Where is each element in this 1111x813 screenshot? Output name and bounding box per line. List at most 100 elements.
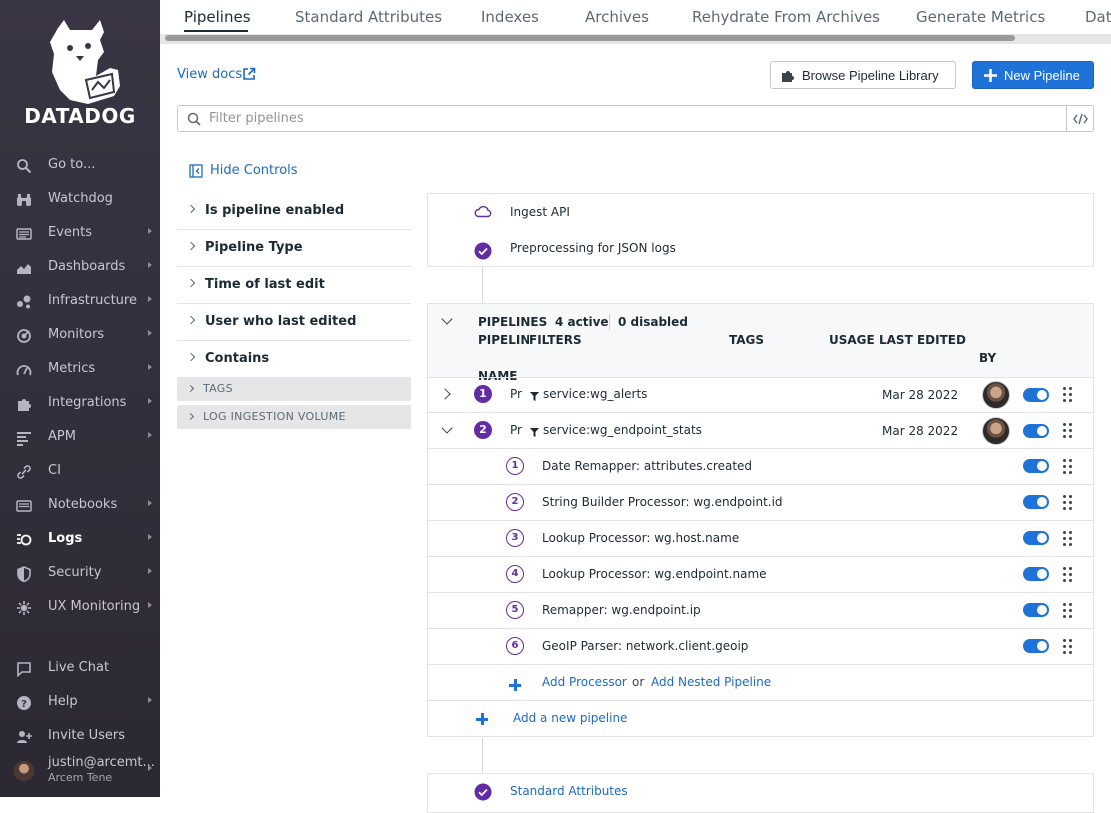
flow-connector: [482, 738, 483, 773]
processor-name[interactable]: Remapper: wg.endpoint.ip: [542, 603, 701, 617]
filter-pipelines-input[interactable]: [209, 108, 1049, 128]
sidebar-item-ux-monitoring[interactable]: UX Monitoring: [0, 592, 160, 622]
facet-group-label: LOG INGESTION VOLUME: [203, 410, 346, 423]
browse-pipeline-library-button[interactable]: Browse Pipeline Library: [770, 61, 956, 89]
tab-generate-metrics[interactable]: Generate Metrics: [916, 8, 1045, 26]
col-tags[interactable]: TAGS: [729, 333, 764, 347]
pipeline-name[interactable]: Pr: [510, 387, 522, 401]
tab-pipelines[interactable]: Pipelines: [184, 8, 251, 26]
chevron-right-icon: [148, 364, 152, 370]
processor-name[interactable]: GeoIP Parser: network.client.geoip: [542, 639, 748, 653]
sidebar-item-live-chat[interactable]: Live Chat: [0, 653, 160, 683]
drag-handle-icon[interactable]: [1063, 603, 1073, 619]
sidebar-item-ci[interactable]: CI: [0, 456, 160, 486]
standard-attributes-link[interactable]: Standard Attributes: [510, 784, 628, 798]
search-icon: [17, 159, 32, 174]
pipeline-order-badge: 2: [474, 421, 492, 439]
user-email: justin@arcemt...: [48, 755, 155, 770]
processor-enable-toggle[interactable]: [1023, 531, 1049, 545]
processor-name[interactable]: Date Remapper: attributes.created: [542, 459, 752, 473]
processor-name[interactable]: String Builder Processor: wg.endpoint.id: [542, 495, 783, 509]
pipeline-name[interactable]: Pr: [510, 423, 522, 437]
processor-name[interactable]: Lookup Processor: wg.host.name: [542, 531, 739, 545]
facet-user-last-edited[interactable]: User who last edited: [177, 304, 411, 341]
monitors-icon: [17, 329, 31, 343]
processor-row[interactable]: [428, 449, 1093, 484]
tab-archives[interactable]: Archives: [585, 8, 649, 26]
processor-order-badge: 4: [506, 565, 524, 583]
processor-row[interactable]: [428, 629, 1093, 664]
sidebar-item-notebooks[interactable]: Notebooks: [0, 490, 160, 520]
processor-enable-toggle[interactable]: [1023, 459, 1049, 473]
drag-handle-icon[interactable]: [1063, 387, 1073, 403]
help-icon: ?: [17, 696, 31, 710]
sidebar-item-invite-users[interactable]: Invite Users: [0, 721, 160, 751]
sidebar-item-security[interactable]: Security: [0, 558, 160, 588]
sidebar-item-help[interactable]: ? Help: [0, 687, 160, 717]
chevron-right-icon: [148, 296, 152, 302]
preprocessing-json-label[interactable]: Preprocessing for JSON logs: [510, 241, 676, 255]
tab-standard-attributes[interactable]: Standard Attributes: [295, 8, 442, 26]
sidebar-item-dashboards[interactable]: Dashboards: [0, 252, 160, 282]
puzzle-icon: [18, 399, 31, 411]
add-nested-pipeline-link[interactable]: Add Nested Pipeline: [651, 675, 771, 689]
add-processor-plus-icon[interactable]: [509, 679, 521, 691]
sidebar-item-label: Infrastructure: [48, 293, 137, 308]
sidebar-item-label: Integrations: [48, 395, 127, 410]
facet-group-log-ingestion-volume[interactable]: LOG INGESTION VOLUME: [177, 405, 411, 429]
facet-contains[interactable]: Contains: [177, 341, 411, 378]
pipeline-enable-toggle[interactable]: [1023, 424, 1049, 438]
pipeline-enable-toggle[interactable]: [1023, 388, 1049, 402]
chevron-right-icon: [186, 315, 196, 325]
sidebar-item-integrations[interactable]: Integrations: [0, 388, 160, 418]
sidebar-item-label: UX Monitoring: [48, 599, 141, 614]
scrollbar-thumb[interactable]: [165, 35, 1015, 41]
new-pipeline-button[interactable]: New Pipeline: [972, 61, 1094, 89]
add-pipeline-plus-icon[interactable]: [476, 713, 488, 725]
facet-label: Pipeline Type: [205, 240, 303, 255]
add-new-pipeline-link[interactable]: Add a new pipeline: [513, 711, 627, 725]
sidebar-item-apm[interactable]: APM: [0, 422, 160, 452]
facet-group-label: TAGS: [203, 382, 233, 395]
facet-pipeline-enabled[interactable]: Is pipeline enabled: [177, 193, 411, 230]
tab-indexes[interactable]: Indexes: [481, 8, 539, 26]
processor-row[interactable]: [428, 521, 1093, 556]
sidebar-item-infrastructure[interactable]: Infrastructure: [0, 286, 160, 316]
view-docs-link[interactable]: View docs: [177, 67, 242, 82]
col-usage[interactable]: USAGE: [829, 333, 875, 347]
col-last-edited[interactable]: LAST EDITED: [879, 333, 966, 347]
processor-row[interactable]: [428, 593, 1093, 628]
sidebar-item-goto[interactable]: Go to...: [0, 150, 160, 180]
code-view-button[interactable]: [1066, 105, 1094, 132]
check-circle-icon: [474, 242, 492, 260]
processor-enable-toggle[interactable]: [1023, 639, 1049, 653]
facet-pipeline-type[interactable]: Pipeline Type: [177, 230, 411, 267]
disabled-count: 0 disabled: [618, 315, 688, 329]
collapse-panel-icon: [189, 164, 203, 178]
sidebar-item-logs[interactable]: Logs: [0, 524, 160, 554]
external-link-icon[interactable]: [242, 67, 256, 81]
facet-group-tags[interactable]: TAGS: [177, 377, 411, 401]
processor-enable-toggle[interactable]: [1023, 567, 1049, 581]
processor-enable-toggle[interactable]: [1023, 603, 1049, 617]
drag-handle-icon[interactable]: [1063, 531, 1073, 547]
sidebar-item-monitors[interactable]: Monitors: [0, 320, 160, 350]
drag-handle-icon[interactable]: [1063, 459, 1073, 475]
user-avatar[interactable]: [14, 761, 34, 781]
drag-handle-icon[interactable]: [1063, 495, 1073, 511]
tab-data-more[interactable]: Dat: [1085, 8, 1111, 26]
sidebar-item-events[interactable]: Events: [0, 218, 160, 248]
drag-handle-icon[interactable]: [1063, 423, 1073, 439]
editor-avatar: [982, 381, 1010, 409]
col-by[interactable]: BY: [979, 351, 996, 365]
sidebar-item-metrics[interactable]: Metrics: [0, 354, 160, 384]
col-filters[interactable]: FILTERS: [529, 333, 582, 347]
tab-rehydrate[interactable]: Rehydrate From Archives: [692, 8, 880, 26]
add-processor-link[interactable]: Add Processor: [542, 675, 627, 689]
sidebar-item-watchdog[interactable]: Watchdog: [0, 184, 160, 214]
facet-time-last-edit[interactable]: Time of last edit: [177, 267, 411, 304]
drag-handle-icon[interactable]: [1063, 639, 1073, 655]
drag-handle-icon[interactable]: [1063, 567, 1073, 583]
processor-name[interactable]: Lookup Processor: wg.endpoint.name: [542, 567, 767, 581]
processor-enable-toggle[interactable]: [1023, 495, 1049, 509]
